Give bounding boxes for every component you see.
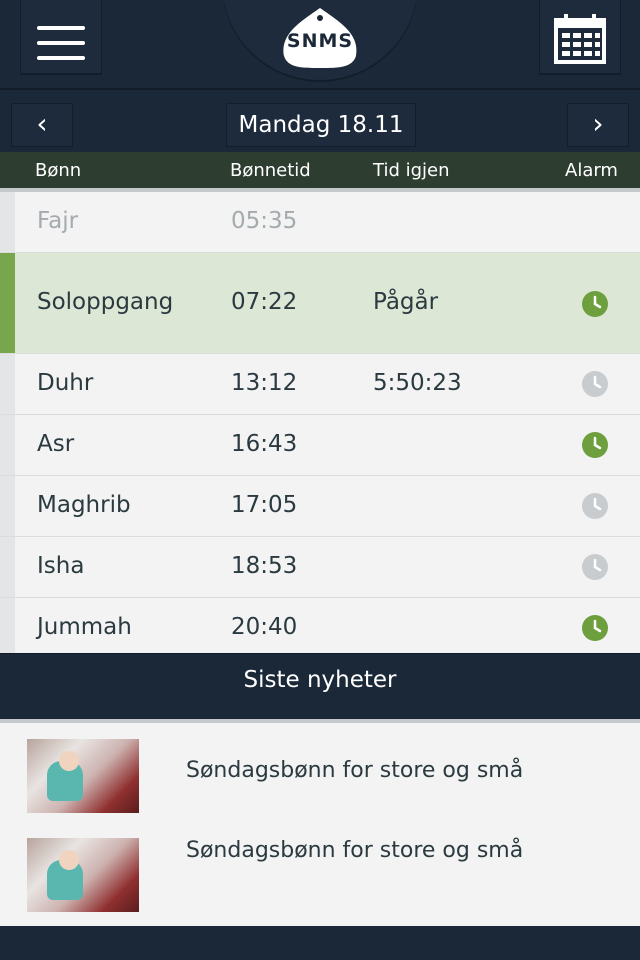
bottom-bar xyxy=(0,926,640,960)
alarm-clock-icon[interactable] xyxy=(582,432,608,458)
row-indicator xyxy=(0,253,15,353)
column-alarm: Alarm xyxy=(565,160,618,181)
logo: SNMS xyxy=(222,0,418,80)
prayer-time: 18:53 xyxy=(231,553,298,579)
alarm-clock-icon[interactable] xyxy=(582,371,608,397)
row-indicator xyxy=(0,415,15,475)
next-day-button[interactable]: › xyxy=(567,103,629,147)
current-date: Mandag 18.11 xyxy=(226,103,416,147)
news-thumbnail xyxy=(27,739,139,813)
hamburger-menu-icon xyxy=(37,26,85,30)
thumbnail-head xyxy=(59,751,79,771)
prayer-time: 16:43 xyxy=(231,431,298,457)
prayer-row-isha: Isha 18:53 xyxy=(0,537,640,598)
news-thumbnail xyxy=(27,838,139,912)
prayer-row-asr: Asr 16:43 xyxy=(0,415,640,476)
alarm-clock-icon[interactable] xyxy=(582,493,608,519)
row-indicator xyxy=(0,354,15,414)
row-indicator xyxy=(0,476,15,536)
prayer-name: Fajr xyxy=(37,208,79,234)
prayer-time: 05:35 xyxy=(231,208,298,234)
calendar-icon xyxy=(554,14,606,64)
alarm-clock-icon[interactable] xyxy=(582,554,608,580)
prayer-row-maghrib: Maghrib 17:05 xyxy=(0,476,640,537)
news-item[interactable]: Søndagsbønn for store og små xyxy=(0,739,640,819)
prayer-name: Isha xyxy=(37,553,85,579)
column-header: Bønn Bønnetid Tid igjen Alarm xyxy=(0,152,640,192)
prayer-table: Fajr 05:35 Soloppgang 07:22 Pågår Duhr 1… xyxy=(0,192,640,659)
news-title: Søndagsbønn for store og små xyxy=(186,758,524,783)
row-indicator xyxy=(0,537,15,597)
column-prayer-time: Bønnetid xyxy=(230,160,311,181)
row-indicator xyxy=(0,598,15,658)
prayer-name: Jummah xyxy=(37,614,132,640)
prayer-row-soloppgang: Soloppgang 07:22 Pågår xyxy=(0,253,640,354)
prayer-row-fajr: Fajr 05:35 xyxy=(0,192,640,253)
thumbnail-head xyxy=(59,850,79,870)
time-remaining: Pågår xyxy=(373,289,439,315)
prayer-name: Asr xyxy=(37,431,75,457)
chevron-left-icon: ‹ xyxy=(36,107,48,140)
column-prayer: Bønn xyxy=(35,160,82,181)
prayer-time: 07:22 xyxy=(231,289,298,315)
chevron-right-icon: › xyxy=(592,107,604,140)
column-time-remaining: Tid igjen xyxy=(373,160,450,181)
alarm-clock-icon[interactable] xyxy=(582,291,608,317)
logo-text: SNMS xyxy=(286,30,354,52)
hamburger-menu-icon-line xyxy=(37,41,85,45)
alarm-clock-icon[interactable] xyxy=(582,615,608,641)
previous-day-button[interactable]: ‹ xyxy=(11,103,73,147)
news-item[interactable]: Søndagsbønn for store og små xyxy=(0,838,640,918)
hamburger-menu-icon-line xyxy=(37,56,85,60)
prayer-time: 13:12 xyxy=(231,370,298,396)
news-list: Søndagsbønn for store og små Søndagsbønn… xyxy=(0,719,640,929)
row-indicator xyxy=(0,192,15,252)
menu-button[interactable] xyxy=(20,0,102,75)
top-bar: SNMS xyxy=(0,0,640,90)
time-remaining: 5:50:23 xyxy=(373,370,462,396)
prayer-row-duhr: Duhr 13:12 5:50:23 xyxy=(0,354,640,415)
prayer-time: 17:05 xyxy=(231,492,298,518)
prayer-row-jummah: Jummah 20:40 xyxy=(0,598,640,659)
prayer-time: 20:40 xyxy=(231,614,298,640)
prayer-name: Duhr xyxy=(37,370,94,396)
news-title: Søndagsbønn for store og små xyxy=(186,838,524,863)
date-navigation: ‹ Mandag 18.11 › xyxy=(0,90,640,152)
prayer-name: Maghrib xyxy=(37,492,131,518)
prayer-name: Soloppgang xyxy=(37,289,174,315)
calendar-button[interactable] xyxy=(539,0,621,75)
news-heading: Siste nyheter xyxy=(0,653,640,706)
news-divider xyxy=(0,705,640,719)
